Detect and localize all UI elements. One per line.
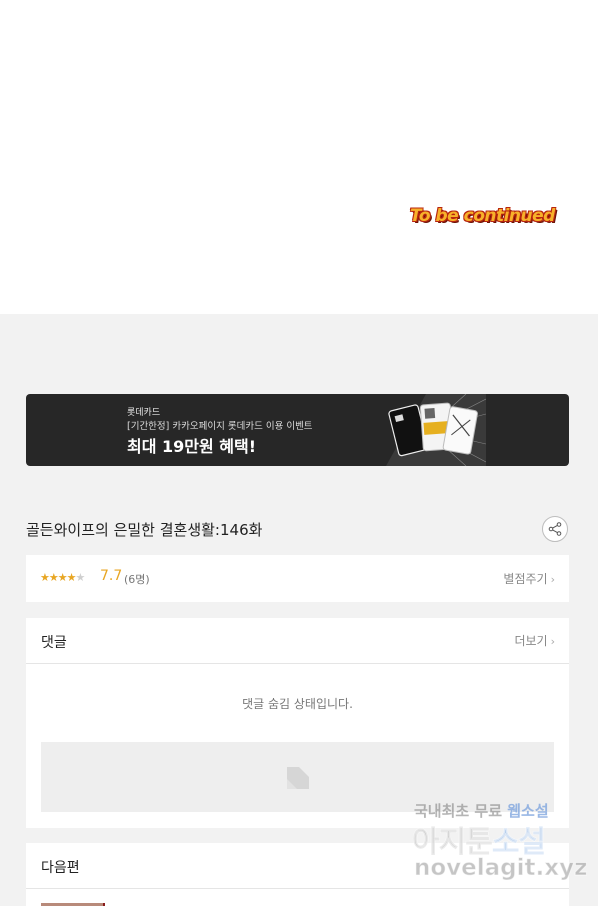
comments-more-link[interactable]: 더보기 ›: [514, 632, 555, 649]
rating-card: ★★★★★ 7.7 (6명) 별점주기 ›: [26, 555, 569, 602]
rating-votes: (6명): [124, 573, 150, 586]
rate-button[interactable]: 별점주기 ›: [503, 570, 555, 587]
comments-header: 댓글 더보기 ›: [26, 618, 569, 664]
banner-headline: 최대 19만원 혜택!: [127, 437, 257, 456]
rate-button-label: 별점주기: [503, 572, 548, 586]
comments-title: 댓글: [41, 635, 67, 651]
star-icon: ★: [40, 571, 50, 584]
rating-score: 7.7: [100, 568, 123, 584]
banner-card-art: [386, 394, 486, 466]
star-icon: ★: [75, 571, 86, 584]
ad-placeholder: [41, 742, 554, 812]
to-be-continued-text: To be continued: [410, 206, 555, 226]
comments-more-label: 더보기: [514, 634, 548, 648]
banner-brand: 롯데카드: [127, 408, 161, 418]
ad-banner[interactable]: 롯데카드 [기간한정] 카카오페이지 롯데카드 이용 이벤트 최대 19만원 혜…: [26, 394, 569, 466]
next-episode-title: 다음편: [41, 860, 80, 876]
star-icon: ★: [66, 571, 77, 584]
chevron-right-icon: ›: [550, 573, 555, 586]
comments-hidden-message: 댓글 숨김 상태입니다.: [242, 697, 353, 711]
next-episode-card[interactable]: 다음편: [26, 843, 569, 906]
star-rating: ★★★★★: [40, 571, 86, 584]
episode-title: 골든와이프의 은밀한 결혼생활:146화: [26, 521, 263, 539]
comments-card: 댓글 더보기 › 댓글 숨김 상태입니다.: [26, 618, 569, 828]
chevron-right-icon: ›: [550, 635, 555, 648]
banner-subtitle: [기간한정] 카카오페이지 롯데카드 이용 이벤트: [127, 421, 313, 432]
image-placeholder-icon: [287, 767, 309, 789]
next-episode-header: 다음편: [26, 843, 569, 889]
comic-panel: To be continued: [0, 0, 598, 314]
star-icon: ★: [57, 571, 68, 584]
star-icon: ★: [48, 571, 59, 584]
share-icon: [548, 522, 562, 536]
share-button[interactable]: [542, 516, 568, 542]
